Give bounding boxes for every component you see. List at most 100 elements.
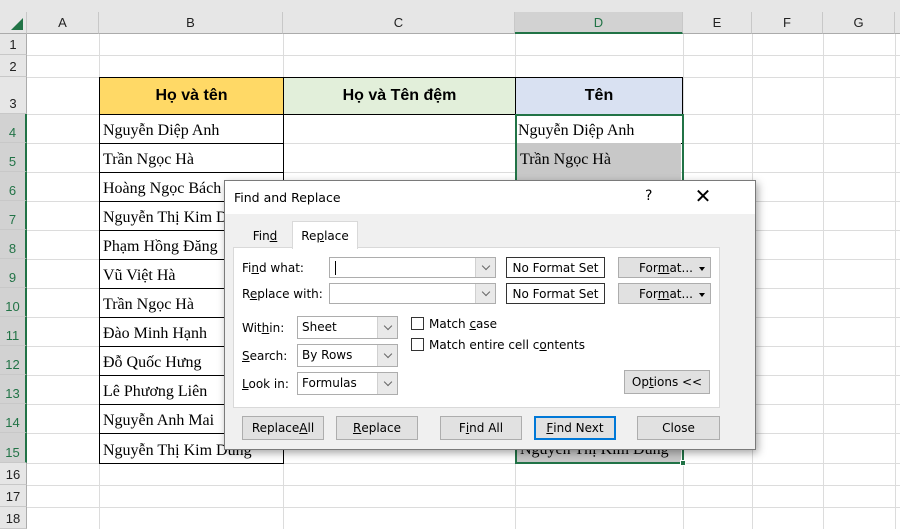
cell-b4[interactable]: Nguyễn Diệp Anh — [99, 114, 284, 144]
btn-text: at... — [669, 286, 693, 301]
toolbar-strip — [0, 0, 900, 12]
tab-label-accel: d — [269, 229, 278, 243]
btn-text: For — [639, 286, 658, 301]
tab-label: Fin — [252, 229, 270, 243]
column-header-a[interactable]: A — [27, 12, 99, 34]
cell-d5[interactable]: Trần Ngọc Hà — [517, 143, 681, 173]
label-accel: o — [539, 338, 547, 352]
row-header-3[interactable]: 3 — [0, 77, 27, 114]
cell-b5[interactable]: Trần Ngọc Hà — [99, 143, 284, 173]
row-header-1[interactable]: 1 — [0, 34, 27, 55]
btn-text: ll — [307, 421, 315, 435]
fill-handle[interactable] — [680, 460, 686, 466]
close-icon[interactable]: ✕ — [691, 185, 715, 209]
btn-text: F — [458, 421, 466, 435]
replace-format-preview: No Format Set — [506, 283, 605, 304]
column-header-f[interactable]: F — [752, 12, 823, 34]
label-text: earch: — [249, 349, 288, 363]
column-header-g[interactable]: G — [823, 12, 895, 34]
replace-button[interactable]: Replace — [336, 416, 418, 440]
close-button[interactable]: Close — [637, 416, 720, 440]
row-header-13[interactable]: 13 — [0, 375, 27, 404]
row-header-11[interactable]: 11 — [0, 317, 27, 346]
btn-text: nd All — [469, 421, 504, 435]
row-header-18[interactable]: 18 — [0, 507, 27, 529]
chevron-down-icon — [383, 349, 392, 359]
chevron-down-icon — [383, 321, 392, 331]
header-cell-ten[interactable]: Tên — [515, 77, 683, 115]
tab-replace[interactable]: Re p lace — [292, 221, 358, 249]
btn-text: Replace — [251, 421, 300, 435]
search-select[interactable]: By Rows — [297, 344, 398, 367]
search-dropdown[interactable] — [377, 345, 397, 366]
row-header-8[interactable]: 8 — [0, 230, 27, 259]
header-cell-ho-va-ten[interactable]: Họ và tên — [99, 77, 284, 115]
tab-find[interactable]: Fin d — [239, 224, 291, 248]
replace-with-label: Replace with: — [242, 287, 323, 301]
btn-accel: m — [657, 260, 670, 275]
column-header-b[interactable]: B — [99, 12, 283, 34]
row-header-14[interactable]: 14 — [0, 404, 27, 433]
find-next-button[interactable]: Find Next — [534, 416, 616, 440]
row-header-10[interactable]: 10 — [0, 288, 27, 317]
row-header-7[interactable]: 7 — [0, 201, 27, 230]
btn-text: Close — [662, 421, 695, 435]
btn-text: ions << — [653, 375, 703, 389]
find-what-input[interactable] — [329, 257, 496, 278]
row-header-16[interactable]: 16 — [0, 463, 27, 485]
label-accel: n — [251, 261, 259, 275]
select-all-button[interactable] — [0, 12, 27, 34]
search-label: Search: — [242, 349, 287, 363]
look-in-select[interactable]: Formulas — [297, 372, 398, 395]
row-header-15[interactable]: 15 — [0, 433, 27, 463]
btn-accel: F — [546, 421, 554, 435]
replace-with-input[interactable] — [329, 283, 496, 304]
look-in-value: Formulas — [302, 376, 357, 390]
match-case-checkbox[interactable] — [411, 317, 424, 330]
column-header-e[interactable]: E — [683, 12, 752, 34]
row-header-9[interactable]: 9 — [0, 259, 27, 288]
text-cursor — [335, 261, 336, 275]
column-header-c[interactable]: C — [283, 12, 515, 34]
within-label: Within: — [242, 321, 284, 335]
row-header-2[interactable]: 2 — [0, 55, 27, 77]
dropdown-arrow-icon — [699, 267, 705, 271]
row-header-5[interactable]: 5 — [0, 143, 27, 172]
match-case-label[interactable]: Match case — [429, 317, 497, 331]
match-entire-cell-checkbox[interactable] — [411, 338, 424, 351]
find-replace-dialog: Find and Replace ? ✕ Fin d Re p lace Fin d w… — [224, 180, 756, 450]
match-entire-cell-label[interactable]: Match entire cell contents — [429, 338, 585, 352]
within-dropdown[interactable] — [377, 317, 397, 338]
btn-accel: m — [657, 286, 670, 301]
replace-all-button[interactable]: Replace All — [242, 416, 324, 440]
row-header-17[interactable]: 17 — [0, 485, 27, 507]
row-header-4[interactable]: 4 — [0, 114, 27, 143]
row-header-6[interactable]: 6 — [0, 172, 27, 201]
replace-with-dropdown[interactable] — [475, 284, 495, 303]
btn-accel: R — [352, 421, 362, 435]
row-header-12[interactable]: 12 — [0, 346, 27, 375]
gridline — [823, 34, 824, 529]
within-select[interactable]: Sheet — [297, 316, 398, 339]
find-format-button[interactable]: For m at... — [618, 257, 711, 278]
gridline — [27, 485, 900, 486]
header-cell-ho-va-ten-dem[interactable]: Họ và Tên đệm — [283, 77, 516, 115]
label-text: d what: — [258, 261, 304, 275]
replace-format-button[interactable]: For m at... — [618, 283, 711, 304]
options-button[interactable]: Op t ions << — [624, 370, 710, 394]
label-text: place with: — [257, 287, 323, 301]
column-header-d[interactable]: D — [515, 12, 683, 34]
cell-d4[interactable]: Nguyễn Diệp Anh — [515, 114, 683, 144]
btn-accel: A — [299, 421, 308, 435]
label-text: ase — [476, 317, 498, 331]
label-text: Match entire cell c — [429, 338, 540, 352]
dialog-titlebar[interactable]: Find and Replace ? ✕ — [225, 181, 755, 214]
help-button[interactable]: ? — [645, 188, 652, 204]
column-header-h[interactable] — [895, 12, 900, 34]
label-text: ook in: — [248, 377, 289, 391]
look-in-dropdown[interactable] — [377, 373, 397, 394]
find-all-button[interactable]: Fi nd All — [440, 416, 522, 440]
gridline — [27, 55, 900, 56]
find-what-dropdown[interactable] — [475, 258, 495, 277]
search-value: By Rows — [302, 348, 353, 362]
